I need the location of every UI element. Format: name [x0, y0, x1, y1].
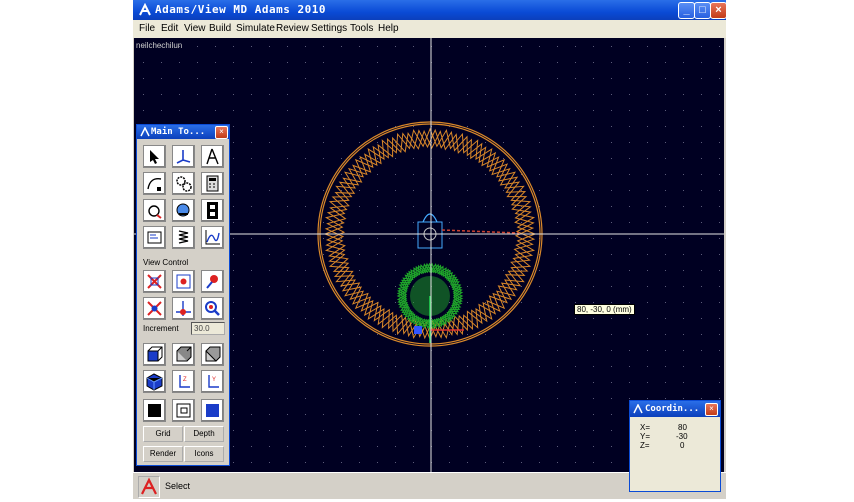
menu-review[interactable]: Review	[276, 23, 309, 34]
side-view-icon[interactable]	[172, 343, 195, 366]
coord-y-row: Y= -30	[640, 432, 710, 441]
zx-axes-icon[interactable]: Z	[172, 370, 195, 393]
icons-button[interactable]: Icons	[184, 446, 224, 462]
calculator-icon[interactable]	[201, 172, 224, 195]
coord-z-label: Z=	[640, 441, 650, 450]
model-name-label: neilchechilun	[136, 41, 183, 50]
zoom-rotate-icon[interactable]	[143, 297, 166, 320]
yz-axes-icon[interactable]: Y	[201, 370, 224, 393]
iso-view-icon[interactable]	[143, 370, 166, 393]
menu-simulate[interactable]: Simulate	[236, 23, 275, 34]
coord-title: Coordin...	[645, 404, 700, 414]
center-icon[interactable]	[172, 297, 195, 320]
title-bar: Adams/View MD Adams 2010 _ □ ×	[133, 0, 727, 20]
coordinate-tooltip: 80, -30, 0 (mm)	[574, 304, 635, 315]
select-arrow-icon[interactable]	[143, 145, 166, 168]
minimize-button[interactable]: _	[678, 2, 695, 19]
coord-title-bar[interactable]: Coordin... ×	[630, 401, 720, 417]
film-icon[interactable]	[201, 199, 224, 222]
window-icon[interactable]	[172, 399, 195, 422]
increment-input[interactable]: 30.0	[191, 322, 225, 335]
zoom-icon[interactable]	[201, 297, 224, 320]
bezier-icon[interactable]	[143, 172, 166, 195]
adams-logo-icon	[633, 404, 643, 414]
toolbox-close-button[interactable]: ×	[215, 126, 228, 139]
view-control-label: View Control	[143, 258, 189, 267]
coordinate-axes-icon[interactable]	[172, 145, 195, 168]
grid-button[interactable]: Grid	[143, 426, 183, 442]
screen-icon[interactable]	[143, 226, 166, 249]
refresh-icon[interactable]	[172, 199, 195, 222]
window-title: Adams/View MD Adams 2010	[155, 3, 326, 16]
coord-z-row: Z= 0	[640, 441, 710, 450]
menu-help[interactable]: Help	[378, 23, 399, 34]
svg-text:Z: Z	[183, 377, 187, 383]
depth-button[interactable]: Depth	[184, 426, 224, 442]
render-button[interactable]: Render	[143, 446, 183, 462]
coord-x-value: 80	[678, 423, 687, 432]
fit-icon[interactable]	[143, 270, 166, 293]
coord-z-value: 0	[680, 441, 685, 450]
adams-status-icon[interactable]	[138, 476, 160, 498]
translate-icon[interactable]	[172, 270, 195, 293]
spring-icon[interactable]	[172, 226, 195, 249]
coord-close-button[interactable]: ×	[705, 403, 718, 416]
front-view-icon[interactable]	[143, 343, 166, 366]
coordinates-window: Coordin... × X= 80 Y= -30 Z= 0	[629, 400, 721, 492]
menu-settings[interactable]: Settings	[311, 23, 347, 34]
adams-logo-icon	[139, 3, 151, 16]
menu-build[interactable]: Build	[209, 23, 231, 34]
toolbox-title-bar[interactable]: Main To... ×	[137, 125, 229, 139]
coord-x-label: X=	[640, 423, 651, 432]
svg-text:Y: Y	[212, 377, 216, 383]
menu-view[interactable]: View	[184, 23, 206, 34]
rotate-icon[interactable]	[143, 199, 166, 222]
foreground-color-icon[interactable]	[201, 399, 224, 422]
gears-icon[interactable]	[172, 172, 195, 195]
menu-edit[interactable]: Edit	[161, 23, 178, 34]
top-view-icon[interactable]	[201, 343, 224, 366]
adams-logo-icon	[140, 127, 150, 137]
menu-tools[interactable]: Tools	[350, 23, 373, 34]
coord-y-label: Y=	[640, 432, 651, 441]
pick-icon[interactable]	[201, 270, 224, 293]
coord-y-value: -30	[676, 432, 688, 441]
background-color-icon[interactable]	[143, 399, 166, 422]
carrier-marker[interactable]	[417, 213, 520, 249]
plot-icon[interactable]	[201, 226, 224, 249]
toolbox-title: Main To...	[151, 127, 206, 137]
main-toolbox: Main To... × View Control Increment 30.0…	[136, 124, 230, 466]
close-button[interactable]: ×	[710, 2, 727, 19]
menu-bar: File Edit View Build Simulate Review Set…	[133, 20, 726, 38]
menu-file[interactable]: File	[139, 23, 155, 34]
maximize-button[interactable]: □	[694, 2, 711, 19]
status-text: Select	[165, 481, 191, 491]
increment-label: Increment	[143, 324, 179, 333]
measure-icon[interactable]	[201, 145, 224, 168]
coord-x-row: X= 80	[640, 423, 710, 432]
